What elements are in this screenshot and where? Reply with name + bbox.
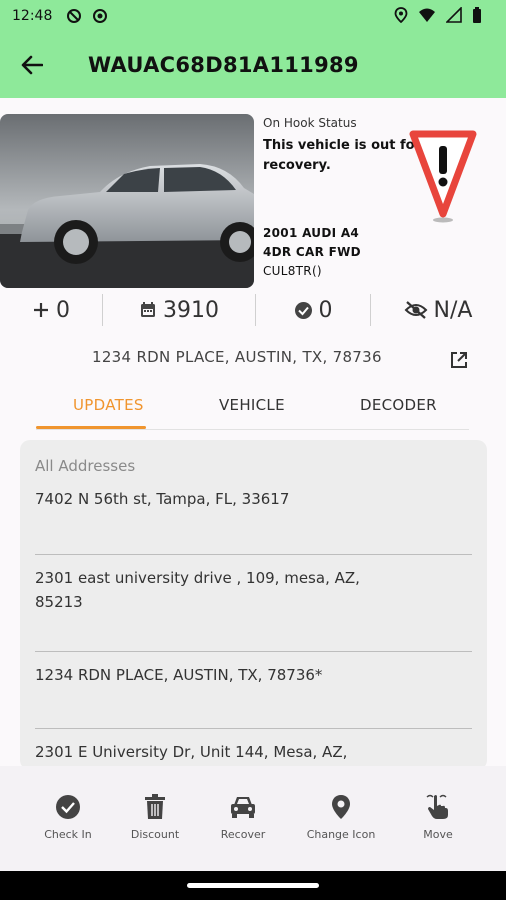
address-item[interactable]: 1234 RDN PLACE, AUSTIN, TX, 78736* (35, 663, 472, 687)
arrow-back-icon (21, 55, 43, 75)
trash-icon (145, 794, 165, 819)
car-image (0, 114, 254, 288)
address-item[interactable]: 2301 east university drive , 109, mesa, … (35, 566, 472, 590)
stat-plus[interactable]: 0 (0, 298, 102, 323)
tab-bar: UPDATES VEHICLE DECODER (36, 386, 469, 430)
address-row: 1234 RDN PLACE, AUSTIN, TX, 78736 (0, 346, 506, 374)
check-circle-icon (294, 301, 312, 319)
wifi-icon (419, 8, 435, 22)
app-notification-icon (93, 9, 108, 23)
divider (35, 651, 472, 652)
data-saver-icon (67, 9, 82, 23)
address-item[interactable]: 7402 N 56th st, Tampa, FL, 33617 (35, 487, 472, 511)
car-icon (231, 797, 255, 818)
recover-button[interactable]: Recover (198, 794, 288, 841)
location-icon (394, 7, 408, 23)
plus-icon (34, 303, 48, 317)
calendar-icon (141, 302, 155, 317)
check-circle-icon (56, 795, 80, 819)
warning-sign-icon (409, 130, 477, 223)
tab-decoder[interactable]: DECODER (360, 396, 437, 414)
change-icon-label: Change Icon (306, 828, 376, 841)
check-in-button[interactable]: Check In (23, 794, 113, 841)
hook-status-value: This vehicle is out for recovery. (263, 138, 421, 173)
vehicle-trim: CUL8TR() (263, 264, 322, 278)
divider (35, 554, 472, 555)
stat-calendar[interactable]: 3910 (103, 298, 255, 323)
status-bar: 12:48 (0, 0, 506, 32)
main-address: 1234 RDN PLACE, AUSTIN, TX, 78736 (92, 348, 382, 366)
address-item[interactable]: 2301 E University Dr, Unit 144, Mesa, AZ… (35, 740, 472, 764)
open-external-icon[interactable] (449, 350, 469, 370)
addresses-card: All Addresses 7402 N 56th st, Tampa, FL,… (20, 440, 487, 770)
discount-button[interactable]: Discount (110, 794, 200, 841)
divider (35, 728, 472, 729)
signal-icon (446, 7, 462, 23)
back-button[interactable] (0, 32, 64, 98)
system-navigation-bar (0, 871, 506, 900)
stat-calendar-value: 3910 (163, 297, 219, 323)
status-time: 12:48 (12, 8, 53, 24)
vehicle-photo[interactable] (0, 114, 254, 288)
tab-updates[interactable]: UPDATES (73, 396, 144, 414)
change-icon-button[interactable]: Change Icon (296, 794, 386, 841)
tab-vehicle[interactable]: VEHICLE (219, 396, 285, 414)
stat-checked[interactable]: 0 (256, 298, 370, 323)
addresses-heading: All Addresses (35, 457, 136, 475)
move-button[interactable]: Move (393, 794, 483, 841)
active-tab-indicator (36, 426, 146, 429)
address-item-continued[interactable]: 85213 (35, 590, 472, 614)
home-indicator[interactable] (187, 883, 319, 888)
discount-label: Discount (130, 828, 180, 841)
vehicle-body: 4DR CAR FWD (263, 245, 361, 259)
stat-checked-value: 0 (318, 297, 333, 323)
stat-visibility-value: N/A (433, 297, 473, 323)
vehicle-year-make-model: 2001 AUDI A4 (263, 226, 360, 240)
eye-off-icon (404, 301, 427, 319)
bottom-action-bar: Check In Discount Recover Change Icon Mo… (0, 766, 506, 871)
page-title: WAUAC68D81A111989 (88, 53, 359, 77)
recover-label: Recover (220, 828, 266, 841)
hook-status-label: On Hook Status (263, 116, 357, 130)
hand-pointer-icon (426, 794, 448, 819)
stats-row: 0 3910 0 N/A (0, 292, 506, 328)
stat-plus-value: 0 (56, 297, 70, 323)
app-bar: WAUAC68D81A111989 (0, 32, 506, 98)
stat-visibility[interactable]: N/A (371, 298, 505, 323)
location-pin-icon (332, 795, 350, 819)
check-in-label: Check In (44, 828, 92, 841)
move-label: Move (423, 828, 453, 841)
battery-icon (473, 7, 481, 23)
